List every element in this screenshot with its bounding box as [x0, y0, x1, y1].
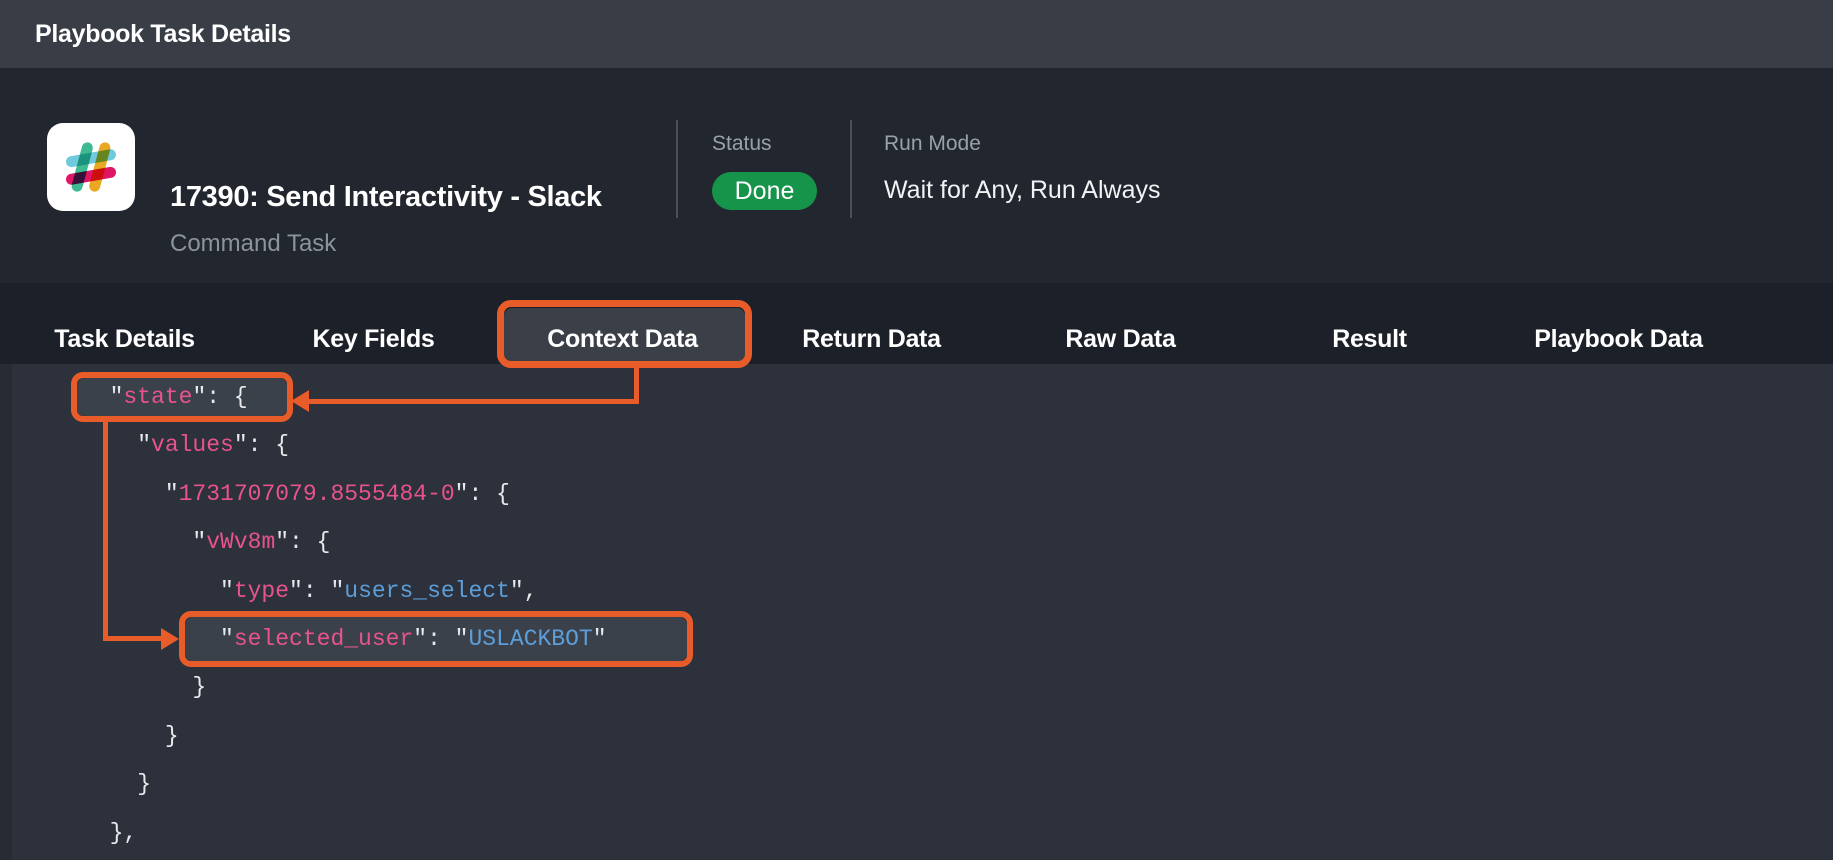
code-lines: "state": { "values": { "1731707079.85554…: [0, 362, 1833, 860]
code-line: "values": {: [82, 421, 1833, 469]
tab-label: Context Data: [547, 325, 698, 354]
status-badge: Done: [712, 172, 817, 210]
tab-label: Task Details: [54, 325, 194, 354]
tab-context-data[interactable]: Context Data: [498, 283, 747, 364]
code-line: "vWv8m": {: [82, 518, 1833, 566]
tab-label: Key Fields: [312, 325, 434, 354]
tab-label: Result: [1332, 325, 1407, 354]
tab-task-details[interactable]: Task Details: [0, 283, 249, 364]
divider: [676, 120, 678, 218]
task-title: 17390: Send Interactivity - Slack: [170, 181, 602, 214]
modal-title: Playbook Task Details: [0, 20, 291, 49]
code-line: "state": {: [82, 373, 1833, 421]
tab-raw-data[interactable]: Raw Data: [996, 283, 1245, 364]
code-line: }: [82, 712, 1833, 760]
playbook-task-details-modal: Playbook Task Details 17390: Send Intera…: [0, 0, 1833, 860]
tab-label: Return Data: [802, 325, 940, 354]
task-header: 17390: Send Interactivity - Slack Comman…: [0, 68, 1833, 283]
tab-label: Raw Data: [1065, 325, 1175, 354]
tab-key-fields[interactable]: Key Fields: [249, 283, 498, 364]
modal-title-bar: Playbook Task Details: [0, 0, 1833, 68]
task-subtitle: Command Task: [170, 230, 336, 258]
tab-playbook-data[interactable]: Playbook Data: [1494, 283, 1743, 364]
code-line: "selected_user": "USLACKBOT": [82, 615, 1833, 663]
status-label: Status: [712, 132, 772, 156]
tab-result[interactable]: Result: [1245, 283, 1494, 364]
tab-bar: Task Details Key Fields Context Data Ret…: [0, 283, 1833, 364]
tab-label: Playbook Data: [1534, 325, 1702, 354]
divider: [850, 120, 852, 218]
tab-return-data[interactable]: Return Data: [747, 283, 996, 364]
code-line: },: [82, 809, 1833, 857]
slack-icon: [47, 123, 135, 211]
run-mode-value: Wait for Any, Run Always: [884, 176, 1161, 205]
code-line: "1731707079.8555484-0": {: [82, 470, 1833, 518]
code-line: "type": "users_select",: [82, 567, 1833, 615]
code-line: }: [82, 663, 1833, 711]
run-mode-label: Run Mode: [884, 132, 981, 156]
code-line: }: [82, 760, 1833, 808]
